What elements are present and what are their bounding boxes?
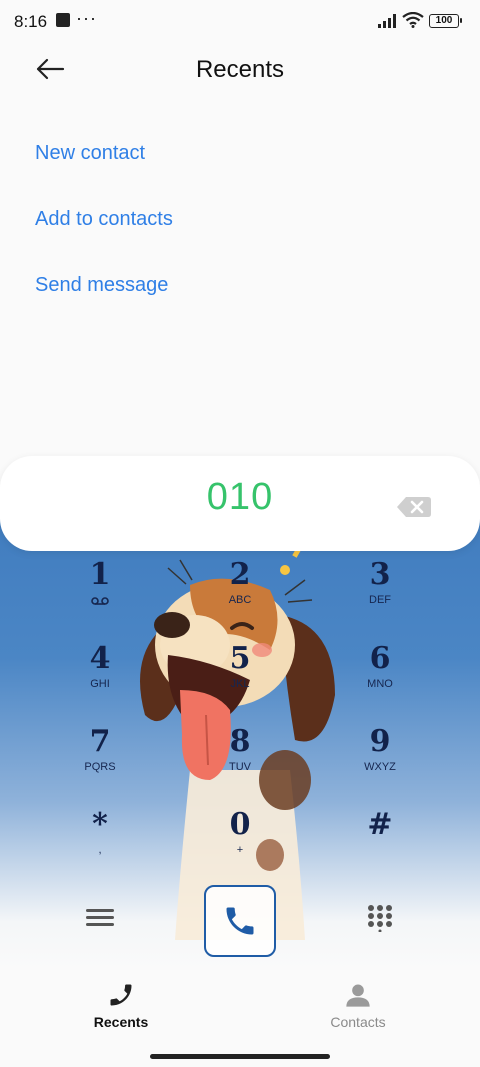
dial-key-digit: #: [367, 807, 393, 842]
dial-key-digit: 7: [89, 724, 111, 759]
dial-key-letters: PQRS: [84, 761, 116, 773]
dial-key-4[interactable]: 4 GHI: [55, 642, 145, 714]
signal-icon: [378, 14, 396, 28]
dial-key-digit: 6: [369, 641, 391, 676]
send-message-link[interactable]: Send message: [35, 274, 168, 297]
page-title: Recents: [195, 56, 285, 83]
dial-key-letters: +: [236, 844, 244, 856]
dial-key-star[interactable]: *,: [55, 808, 145, 880]
dial-key-6[interactable]: 6 MNO: [335, 642, 425, 714]
notification-icon: [56, 13, 70, 27]
new-contact-link[interactable]: New contact: [35, 142, 145, 165]
dial-key-hash[interactable]: #: [335, 808, 425, 880]
tab-contacts[interactable]: Contacts: [288, 978, 428, 1030]
add-to-contacts-link[interactable]: Add to contacts: [35, 208, 173, 231]
dial-key-3[interactable]: 3 DEF: [335, 558, 425, 630]
dial-key-digit: 3: [369, 557, 391, 592]
status-bar: 8:16 ··· 100: [0, 0, 480, 42]
dial-key-letters: DEF: [369, 594, 391, 606]
dial-key-2[interactable]: 2 ABC: [195, 558, 285, 630]
dial-key-7[interactable]: 7 PQRS: [55, 725, 145, 797]
dial-key-digit: 5: [229, 641, 251, 676]
call-button[interactable]: [204, 885, 276, 957]
more-notifications-icon: ···: [76, 8, 97, 28]
dial-key-9[interactable]: 9 WXYZ: [335, 725, 425, 797]
status-time: 8:16: [14, 12, 48, 31]
phone-recents-icon: [110, 984, 132, 1006]
dial-key-letters: WXYZ: [364, 761, 396, 773]
dial-key-letters: TUV: [229, 761, 251, 773]
dial-key-letters: JKL: [230, 678, 250, 690]
dial-key-letters: MNO: [367, 678, 393, 690]
dial-key-8[interactable]: 8 TUV: [195, 725, 285, 797]
dial-key-digit: 1: [89, 557, 111, 592]
tab-recents[interactable]: Recents: [51, 978, 191, 1030]
voicemail-icon: [91, 597, 109, 605]
dial-key-letters: ABC: [228, 594, 252, 606]
dial-key-letters: ,: [98, 844, 102, 856]
dial-key-1[interactable]: 1: [55, 558, 145, 630]
dial-key-digit: *: [92, 807, 108, 842]
dial-key-digit: 9: [369, 724, 391, 759]
home-indicator[interactable]: [150, 1054, 330, 1059]
dial-key-digit: 0: [229, 807, 251, 842]
phone-icon: [226, 907, 254, 935]
dial-key-5[interactable]: 5 JKL: [195, 642, 285, 714]
dial-key-digit: 2: [229, 557, 251, 592]
dial-key-letters: GHI: [90, 678, 110, 690]
phone-screen: 8:16 ··· 100 Recents New contact Add to …: [0, 0, 480, 1067]
tab-contacts-label: Contacts: [330, 1014, 386, 1030]
menu-button[interactable]: [86, 905, 114, 931]
battery-icon: 100: [429, 14, 462, 28]
dial-key-0[interactable]: 0 +: [195, 808, 285, 880]
tab-recents-label: Recents: [93, 1014, 149, 1030]
backspace-icon[interactable]: [396, 495, 432, 519]
dialpad-icon[interactable]: [366, 904, 394, 932]
dial-key-digit: 8: [229, 724, 251, 759]
person-icon: [346, 984, 370, 1007]
dial-key-digit: 4: [89, 641, 111, 676]
wifi-icon: [402, 12, 424, 28]
